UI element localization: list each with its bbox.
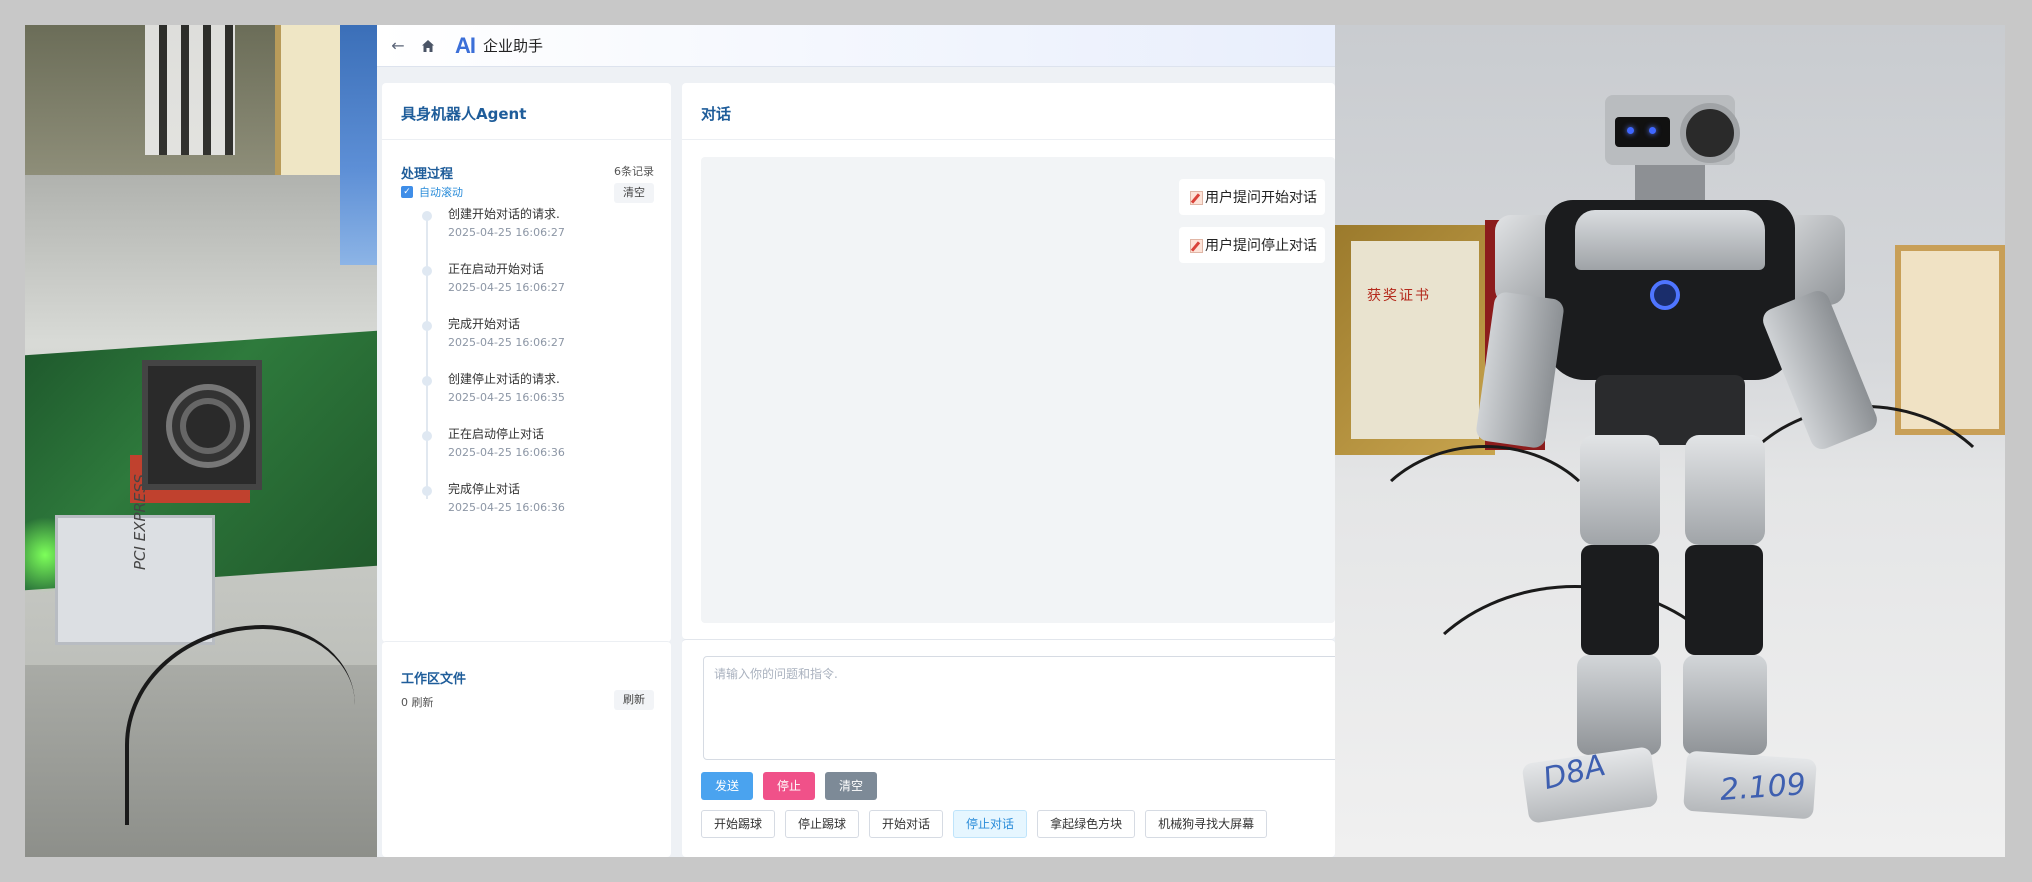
chat-messages-area[interactable]: 用户提问开始对话 用户提问停止对话 [701, 157, 1335, 623]
memo-icon [1189, 190, 1203, 205]
workspace-count: 0 刷新 [401, 696, 434, 709]
chat-title: 对话 [701, 105, 732, 123]
certificate-frame: 获奖证书 [1335, 225, 1495, 455]
timeline-item: 正在启动开始对话 2025-04-25 16:06:27 [422, 260, 662, 315]
agent-panel-title: 具身机器人Agent [401, 105, 527, 123]
timeline-dot [422, 486, 432, 496]
fpga-board-photo: PCI EXPRESS [25, 25, 377, 857]
timeline-item: 创建停止对话的请求. 2025-04-25 16:06:35 [422, 370, 662, 425]
top-bar: ← AI 企业助手 [377, 25, 1335, 67]
humanoid-robot: D8A 2.109 [1474, 65, 1905, 857]
timeline-item: 创建开始对话的请求. 2025-04-25 16:06:27 [422, 205, 662, 260]
robot-logo [1650, 280, 1680, 310]
enterprise-assistant-app: ← AI 企业助手 具身机器人Agent 处理过程 6条记录 ✓ 自动滚动 清空 [377, 25, 1335, 857]
quick-actions: 开始踢球 停止踢球 开始对话 停止对话 拿起绿色方块 机械狗寻找大屏幕 [701, 810, 1268, 838]
arrow-left-icon[interactable]: ← [387, 35, 409, 57]
chat-input-panel: 请输入你的问题和指令. 发送 停止 清空 开始踢球 停止踢球 开始对话 停止对话… [682, 639, 1335, 857]
send-button[interactable]: 发送 [701, 772, 754, 800]
quick-stop-kick-button[interactable]: 停止踢球 [785, 810, 860, 838]
clear-button[interactable]: 清空 [825, 772, 878, 800]
clear-log-button[interactable]: 清空 [614, 183, 654, 203]
timeline-item: 正在启动停止对话 2025-04-25 16:06:36 [422, 425, 662, 480]
timeline-item: 完成停止对话 2025-04-25 16:06:36 [422, 480, 662, 535]
robot-legs-background [145, 25, 235, 155]
ai-logo: AI [455, 32, 476, 58]
app-title: 企业助手 [483, 37, 544, 55]
autoscroll-checkbox[interactable]: ✓ 自动滚动 [401, 184, 463, 200]
robot-camera [1680, 103, 1740, 163]
humanoid-robot-photo: 获奖证书 D8A 2.109 [1335, 25, 2005, 857]
timeline-dot [422, 431, 432, 441]
timeline-dot [422, 211, 432, 221]
agent-panel: 具身机器人Agent 处理过程 6条记录 ✓ 自动滚动 清空 创建开始对话的请求… [382, 83, 671, 642]
chat-message: 用户提问开始对话 [1179, 179, 1325, 215]
home-icon[interactable] [417, 35, 439, 57]
memo-icon [1189, 238, 1203, 253]
record-count: 6条记录 [614, 165, 654, 178]
timeline-dot [422, 376, 432, 386]
screenshot-frame: PCI EXPRESS ← AI 企业助手 具身机器人Agent 处理过程 6条… [25, 25, 2005, 857]
refresh-button[interactable]: 刷新 [614, 690, 654, 710]
robot-eye [1627, 127, 1634, 134]
quick-pick-green-block-button[interactable]: 拿起绿色方块 [1037, 810, 1136, 838]
chat-message: 用户提问停止对话 [1179, 227, 1325, 263]
quick-start-kick-button[interactable]: 开始踢球 [701, 810, 776, 838]
quick-start-chat-button[interactable]: 开始对话 [869, 810, 944, 838]
autoscroll-label: 自动滚动 [419, 186, 463, 199]
fan-heatsink [142, 360, 262, 490]
timeline-dot [422, 266, 432, 276]
checkbox-checked-icon: ✓ [401, 186, 413, 198]
process-title: 处理过程 [401, 167, 454, 182]
timeline-dot [422, 321, 432, 331]
robot-torso [1545, 200, 1795, 380]
monitor-edge [340, 25, 377, 265]
quick-robot-dog-find-screen-button[interactable]: 机械狗寻找大屏幕 [1145, 810, 1268, 838]
robot-head [1605, 95, 1740, 165]
quick-stop-chat-button[interactable]: 停止对话 [953, 810, 1028, 838]
pci-express-label: PCI EXPRESS [131, 474, 149, 570]
chat-panel: 对话 用户提问开始对话 用户提问停止对话 [682, 83, 1335, 639]
process-timeline: 创建开始对话的请求. 2025-04-25 16:06:27 正在启动开始对话 … [422, 205, 662, 535]
chat-input[interactable]: 请输入你的问题和指令. [703, 656, 1335, 760]
action-buttons: 发送 停止 清空 [701, 772, 878, 800]
stop-button[interactable]: 停止 [763, 772, 816, 800]
certificate-title: 获奖证书 [1367, 288, 1431, 304]
workspace-title: 工作区文件 [401, 672, 467, 687]
robot-eye [1649, 127, 1656, 134]
workspace-panel: 工作区文件 0 刷新 刷新 [382, 641, 671, 857]
timeline-item: 完成开始对话 2025-04-25 16:06:27 [422, 315, 662, 370]
